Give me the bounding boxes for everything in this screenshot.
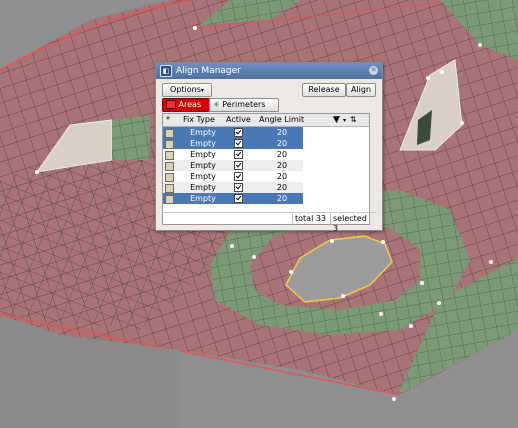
angle-limit-cell[interactable]: 20 — [264, 161, 300, 170]
release-button[interactable]: Release — [302, 83, 346, 97]
active-checkbox[interactable] — [234, 128, 243, 137]
active-checkbox[interactable] — [234, 150, 243, 159]
options-label: Options — [170, 85, 201, 94]
total-count: total 33 — [292, 214, 328, 224]
perimeters-icon: ✳ — [213, 100, 220, 109]
status-progress — [162, 214, 290, 224]
fix-type-cell: Empty — [190, 128, 216, 137]
active-checkbox[interactable] — [234, 139, 243, 148]
active-checkbox[interactable] — [234, 161, 243, 170]
active-checkbox[interactable] — [234, 183, 243, 192]
color-swatch[interactable] — [165, 195, 174, 204]
areas-table[interactable]: * Fix Type Active Angle Limit ▼ ▾ ⇅ Empt… — [162, 113, 370, 225]
table-header: * Fix Type Active Angle Limit ▼ ▾ ⇅ — [163, 114, 369, 127]
fix-type-cell: Empty — [190, 139, 216, 148]
app-icon: ◧ — [160, 65, 172, 77]
active-checkbox[interactable] — [234, 194, 243, 203]
table-row[interactable]: Empty 20 — [163, 127, 303, 138]
align-button[interactable]: Align — [346, 83, 376, 97]
areas-icon — [166, 100, 176, 109]
align-manager-dialog: ◧ Align Manager ✕ Options▾ Release Align… — [155, 62, 383, 233]
fix-type-cell: Empty — [190, 161, 216, 170]
color-swatch[interactable] — [165, 129, 174, 138]
angle-limit-cell[interactable]: 20 — [264, 183, 300, 192]
sort-marker[interactable]: * — [166, 115, 170, 124]
color-swatch[interactable] — [165, 140, 174, 149]
table-row[interactable]: Empty 20 — [163, 193, 303, 204]
table-row[interactable]: Empty 20 — [163, 149, 303, 160]
color-swatch[interactable] — [165, 173, 174, 182]
fix-type-cell: Empty — [190, 183, 216, 192]
dialog-title: Align Manager — [176, 66, 241, 76]
angle-limit-cell[interactable]: 20 — [264, 150, 300, 159]
color-swatch[interactable] — [165, 162, 174, 171]
active-checkbox[interactable] — [234, 172, 243, 181]
table-row[interactable]: Empty 20 — [163, 160, 303, 171]
title-bar[interactable]: ◧ Align Manager ✕ — [156, 63, 382, 79]
fix-type-cell: Empty — [190, 150, 216, 159]
color-swatch[interactable] — [165, 184, 174, 193]
fix-type-cell: Empty — [190, 172, 216, 181]
col-angle-limit[interactable]: Angle Limit — [259, 115, 304, 124]
filter-menu-icon[interactable]: ▾ — [343, 117, 346, 124]
angle-limit-cell[interactable]: 20 — [264, 139, 300, 148]
column-sort-icon[interactable]: ⇅ — [350, 115, 357, 124]
selected-count: selected 3 — [330, 214, 376, 233]
perimeters-label: Perimeters — [222, 100, 266, 109]
perimeters-tab[interactable]: ✳ Perimeters — [209, 98, 279, 112]
filter-icon[interactable]: ▼ — [333, 115, 340, 125]
angle-limit-cell[interactable]: 20 — [264, 172, 300, 181]
fix-type-cell: Empty — [190, 194, 216, 203]
angle-limit-cell[interactable]: 20 — [264, 128, 300, 137]
areas-tab[interactable]: Areas — [162, 98, 210, 112]
close-icon[interactable]: ✕ — [369, 66, 378, 75]
options-button[interactable]: Options▾ — [162, 83, 212, 97]
table-row[interactable]: Empty 20 — [163, 138, 303, 149]
angle-limit-cell[interactable]: 20 — [264, 194, 300, 203]
areas-label: Areas — [178, 100, 202, 109]
status-bar: total 33 selected 3 — [162, 212, 376, 233]
col-fix-type[interactable]: Fix Type — [183, 115, 215, 124]
color-swatch[interactable] — [165, 151, 174, 160]
table-row[interactable]: Empty 20 — [163, 171, 303, 182]
dropdown-arrow-icon: ▾ — [200, 87, 204, 94]
col-active[interactable]: Active — [226, 115, 251, 124]
table-row[interactable]: Empty 20 — [163, 182, 303, 193]
